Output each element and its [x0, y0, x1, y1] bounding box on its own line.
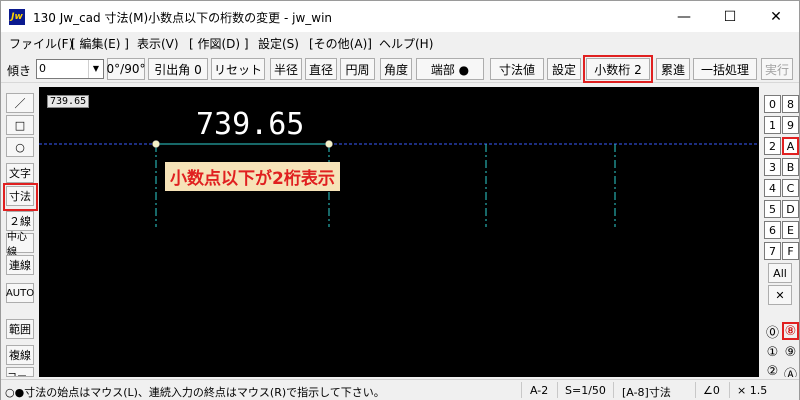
- layer-indicator[interactable]: [A-8]寸法: [622, 384, 671, 400]
- layer-button-7[interactable]: 7: [764, 242, 781, 260]
- auto-tool-button[interactable]: AUTO: [6, 283, 34, 303]
- layer-button-1[interactable]: 1: [764, 116, 781, 134]
- text-tool-button[interactable]: 文字: [6, 163, 34, 183]
- group-button-9[interactable]: ⑨: [782, 343, 799, 361]
- status-separator: [729, 382, 730, 398]
- scale-indicator[interactable]: S=1/50: [565, 384, 606, 397]
- tilt-select[interactable]: 0 ▼: [36, 59, 104, 79]
- close-icon[interactable]: ✕: [768, 285, 792, 305]
- status-separator: [695, 382, 696, 398]
- execute-button[interactable]: 実行: [761, 58, 793, 80]
- status-separator: [521, 382, 522, 398]
- decimal-places-button[interactable]: 小数桁 2: [586, 58, 650, 80]
- radius-button[interactable]: 半径: [270, 58, 302, 80]
- status-bar: ○●寸法の始点はマウス(L)、連続入力の終点はマウス(R)で指示して下さい。 A…: [1, 379, 799, 400]
- corner-tool-button[interactable]: コーナー: [6, 367, 34, 377]
- layer-button-2[interactable]: 2: [764, 137, 781, 155]
- canvas-drawing: 739.65: [39, 107, 759, 227]
- menu-edit[interactable]: [ 編集(E) ]: [71, 35, 129, 52]
- end-mark-button[interactable]: 端部 ●: [416, 58, 484, 80]
- left-toolbox: ／ □ ○ 文字 寸法 ２線 中心線 連線 AUTO 範囲 複線 コーナー: [1, 87, 39, 377]
- menu-settings[interactable]: 設定(S): [258, 35, 299, 52]
- menu-help[interactable]: ヘルプ(H): [379, 35, 433, 52]
- tilt-value: 0: [39, 62, 46, 75]
- close-button[interactable]: ✕: [753, 1, 799, 32]
- group-button-0[interactable]: ⓪: [764, 322, 781, 341]
- layer-button-9[interactable]: 9: [782, 116, 799, 134]
- layer-button-0[interactable]: 0: [764, 95, 781, 113]
- menu-view[interactable]: 表示(V): [137, 35, 179, 52]
- layer-panel: 0 8 1 9 2 A 3 B 4 C 5 D 6 E 7 F All ✕ ⓪ …: [759, 87, 799, 377]
- annotation-note: 小数点以下が2桁表示: [165, 162, 340, 191]
- circle-tool-button[interactable]: ○: [6, 137, 34, 157]
- layer-button-A[interactable]: A: [782, 137, 799, 155]
- dimension-tool-button[interactable]: 寸法: [6, 186, 34, 206]
- connect-line-tool-button[interactable]: 連線: [6, 255, 34, 275]
- chevron-down-icon[interactable]: ▼: [88, 60, 103, 78]
- status-message: ○●寸法の始点はマウス(L)、連続入力の終点はマウス(R)で指示して下さい。: [5, 386, 385, 399]
- menu-other[interactable]: [その他(A)]: [309, 35, 372, 52]
- diameter-button[interactable]: 直径: [305, 58, 337, 80]
- rectangle-tool-button[interactable]: □: [6, 115, 34, 135]
- leader-angle-button[interactable]: 引出角 0: [148, 58, 208, 80]
- menu-file[interactable]: ファイル(F): [9, 35, 73, 52]
- group-button-1[interactable]: ①: [764, 343, 781, 361]
- settings-button[interactable]: 設定: [547, 58, 581, 80]
- menu-draw[interactable]: [ 作図(D) ]: [189, 35, 249, 52]
- angle-indicator[interactable]: ∠0: [703, 384, 720, 397]
- dimension-value-text: 739.65: [196, 107, 304, 142]
- circumference-button[interactable]: 円周: [340, 58, 375, 80]
- tilt-label: 傾き: [7, 64, 32, 78]
- layer-button-C[interactable]: C: [782, 179, 799, 197]
- measurement-readout: 739.65: [47, 95, 90, 108]
- layer-button-5[interactable]: 5: [764, 200, 781, 218]
- jw-cad-app-icon: Jw: [9, 9, 25, 25]
- layer-button-6[interactable]: 6: [764, 221, 781, 239]
- all-layers-button[interactable]: All: [768, 263, 792, 283]
- layer-button-B[interactable]: B: [782, 158, 799, 176]
- range-tool-button[interactable]: 範囲: [6, 319, 34, 339]
- dimension-value-button[interactable]: 寸法値: [490, 58, 544, 80]
- offset-line-tool-button[interactable]: 複線: [6, 345, 34, 365]
- group-button-2[interactable]: ②: [764, 364, 781, 377]
- batch-process-button[interactable]: 一括処理: [693, 58, 757, 80]
- paper-size-indicator[interactable]: A-2: [530, 384, 548, 397]
- maximize-button[interactable]: ☐: [707, 1, 753, 32]
- group-button-8[interactable]: ⑧: [782, 322, 799, 340]
- drawing-canvas[interactable]: 739.65 739.65 小数点以下が2桁表示: [39, 87, 759, 377]
- menu-bar: ファイル(F) [ 編集(E) ] 表示(V) [ 作図(D) ] 設定(S) …: [1, 32, 799, 52]
- reset-button[interactable]: リセット: [211, 58, 265, 80]
- window-title: 130 Jw_cad 寸法(M)小数点以下の桁数の変更 - jw_win: [33, 11, 333, 25]
- minimize-button[interactable]: —: [661, 1, 707, 32]
- angle-0-90-button[interactable]: 0°/90°: [107, 58, 145, 80]
- layer-button-F[interactable]: F: [782, 242, 799, 260]
- group-button-A[interactable]: Ⓐ: [782, 364, 799, 377]
- status-separator: [557, 382, 558, 398]
- status-separator: [613, 382, 614, 398]
- title-bar: Jw 130 Jw_cad 寸法(M)小数点以下の桁数の変更 - jw_win …: [1, 1, 799, 32]
- app-window: Jw 130 Jw_cad 寸法(M)小数点以下の桁数の変更 - jw_win …: [0, 0, 800, 400]
- layer-button-D[interactable]: D: [782, 200, 799, 218]
- layer-button-3[interactable]: 3: [764, 158, 781, 176]
- layer-button-E[interactable]: E: [782, 221, 799, 239]
- zoom-indicator[interactable]: × 1.5: [737, 384, 767, 397]
- angle-button[interactable]: 角度: [380, 58, 412, 80]
- dimension-endpoint-2: [325, 140, 333, 148]
- center-line-tool-button[interactable]: 中心線: [6, 232, 34, 258]
- line-tool-button[interactable]: ／: [6, 93, 34, 113]
- layer-button-4[interactable]: 4: [764, 179, 781, 197]
- dimension-toolbar: 傾き 0 ▼ 0°/90° 引出角 0 リセット 半径 直径 円周 角度 端部 …: [1, 53, 799, 83]
- layer-button-8[interactable]: 8: [782, 95, 799, 113]
- dimension-endpoint-1: [152, 140, 160, 148]
- progressive-button[interactable]: 累進: [656, 58, 690, 80]
